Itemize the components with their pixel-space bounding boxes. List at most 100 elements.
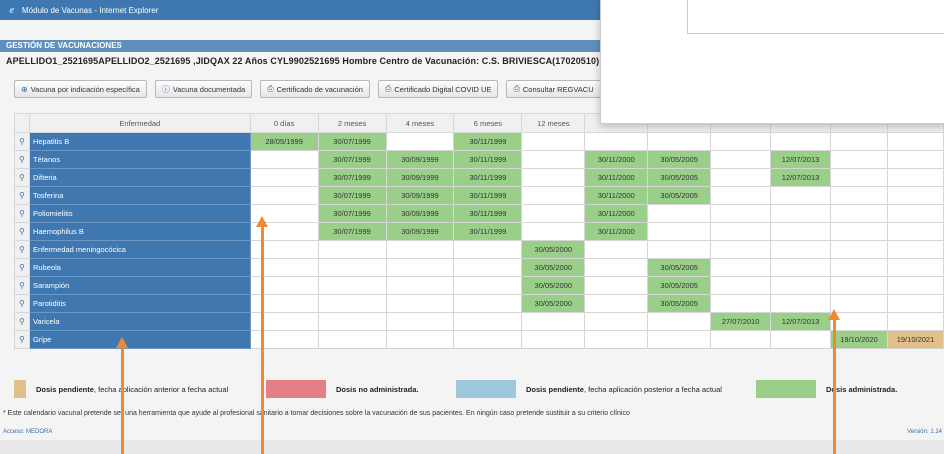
dose-cell[interactable] (770, 258, 832, 277)
dose-cell[interactable]: 30/11/2000 (584, 186, 649, 205)
dose-cell[interactable]: 30/11/1999 (453, 222, 523, 241)
dose-cell[interactable] (584, 132, 649, 151)
dose-cell[interactable] (521, 204, 586, 223)
dose-cell[interactable]: 30/05/2000 (521, 258, 586, 277)
dose-cell[interactable] (385, 132, 455, 151)
dose-cell[interactable] (317, 240, 387, 259)
dose-cell[interactable]: 30/05/2000 (521, 276, 586, 295)
dose-cell[interactable] (770, 222, 832, 241)
dose-cell[interactable] (830, 186, 888, 205)
dose-cell[interactable] (647, 312, 712, 331)
disease-name[interactable]: Gripe (28, 330, 251, 349)
dose-cell[interactable]: 30/09/1999 (385, 222, 455, 241)
disease-name[interactable]: Tétanos (28, 150, 251, 169)
dose-cell[interactable]: 30/09/1999 (385, 204, 455, 223)
dose-cell[interactable] (385, 240, 455, 259)
dose-cell[interactable]: 30/05/2005 (647, 294, 712, 313)
dose-cell[interactable] (710, 186, 772, 205)
dose-cell[interactable]: 30/11/1999 (453, 186, 523, 205)
dose-cell[interactable] (453, 330, 523, 349)
dose-cell[interactable] (886, 222, 944, 241)
dose-cell[interactable] (710, 330, 772, 349)
search-icon[interactable]: ⚲ (14, 168, 30, 187)
dose-cell[interactable] (710, 132, 772, 151)
disease-name[interactable]: Hepatitis B (28, 132, 251, 151)
dose-cell[interactable] (317, 276, 387, 295)
dose-cell[interactable] (249, 150, 319, 169)
dose-cell[interactable]: 30/05/2005 (647, 258, 712, 277)
dose-cell[interactable] (453, 258, 523, 277)
dose-cell[interactable] (249, 186, 319, 205)
dose-cell[interactable] (385, 258, 455, 277)
search-icon[interactable]: ⚲ (14, 222, 30, 241)
dose-cell[interactable]: 19/10/2021 (886, 330, 944, 349)
dose-cell[interactable] (830, 276, 888, 295)
dose-cell[interactable] (584, 330, 649, 349)
vaccination-certificate-button[interactable]: ⎙ Certificado de vacunación (260, 80, 370, 98)
dose-cell[interactable] (647, 330, 712, 349)
dose-cell[interactable] (710, 294, 772, 313)
dose-cell[interactable] (886, 186, 944, 205)
dose-cell[interactable] (317, 294, 387, 313)
dose-cell[interactable]: 30/07/1999 (317, 132, 387, 151)
disease-name[interactable]: Parotiditis (28, 294, 251, 313)
search-icon[interactable]: ⚲ (14, 258, 30, 277)
dose-cell[interactable] (886, 276, 944, 295)
dose-cell[interactable] (770, 204, 832, 223)
dose-cell[interactable]: 19/10/2020 (830, 330, 888, 349)
dose-cell[interactable] (886, 240, 944, 259)
search-icon[interactable]: ⚲ (14, 240, 30, 259)
dose-cell[interactable] (453, 240, 523, 259)
dose-cell[interactable]: 30/11/2000 (584, 204, 649, 223)
dose-cell[interactable] (385, 276, 455, 295)
dose-cell[interactable] (584, 276, 649, 295)
overlay-popup[interactable] (600, 0, 944, 124)
dose-cell[interactable] (710, 276, 772, 295)
dose-cell[interactable] (710, 168, 772, 187)
dose-cell[interactable] (453, 312, 523, 331)
dose-cell[interactable]: 30/07/1999 (317, 204, 387, 223)
dose-cell[interactable] (385, 294, 455, 313)
dose-cell[interactable] (710, 222, 772, 241)
dose-cell[interactable]: 12/07/2013 (770, 312, 832, 331)
dose-cell[interactable] (830, 240, 888, 259)
search-icon[interactable]: ⚲ (14, 294, 30, 313)
dose-cell[interactable] (385, 330, 455, 349)
dose-cell[interactable]: 30/11/2000 (584, 150, 649, 169)
dose-cell[interactable] (830, 168, 888, 187)
dose-cell[interactable] (385, 312, 455, 331)
specific-indication-vaccine-button[interactable]: ⊕ Vacuna por indicación específica (14, 80, 147, 98)
dose-cell[interactable]: 30/07/1999 (317, 150, 387, 169)
dose-cell[interactable]: 30/11/1999 (453, 150, 523, 169)
dose-cell[interactable] (317, 330, 387, 349)
documented-vaccine-button[interactable]: ⓘ Vacuna documentada (154, 80, 253, 98)
consult-regvacu-button[interactable]: ⎙ Consultar REGVACU (506, 80, 601, 98)
dose-cell[interactable] (521, 312, 586, 331)
disease-name[interactable]: Haemophilus B (28, 222, 251, 241)
dose-cell[interactable] (521, 132, 586, 151)
disease-name[interactable]: Rubeola (28, 258, 251, 277)
dose-cell[interactable] (770, 330, 832, 349)
dose-cell[interactable] (830, 222, 888, 241)
dose-cell[interactable] (710, 150, 772, 169)
search-icon[interactable]: ⚲ (14, 186, 30, 205)
disease-name[interactable]: Sarampión (28, 276, 251, 295)
dose-cell[interactable]: 30/11/2000 (584, 222, 649, 241)
disease-name[interactable]: Tosferina (28, 186, 251, 205)
search-icon[interactable]: ⚲ (14, 150, 30, 169)
dose-cell[interactable]: 30/05/2000 (521, 240, 586, 259)
dose-cell[interactable] (770, 186, 832, 205)
dose-cell[interactable] (770, 276, 832, 295)
dose-cell[interactable] (886, 312, 944, 331)
dose-cell[interactable] (830, 132, 888, 151)
dose-cell[interactable] (584, 312, 649, 331)
dose-cell[interactable] (770, 240, 832, 259)
dose-cell[interactable]: 27/07/2010 (710, 312, 772, 331)
search-icon[interactable]: ⚲ (14, 312, 30, 331)
dose-cell[interactable] (830, 150, 888, 169)
dose-cell[interactable] (710, 240, 772, 259)
dose-cell[interactable] (647, 240, 712, 259)
dose-cell[interactable] (886, 204, 944, 223)
search-icon[interactable]: ⚲ (14, 132, 30, 151)
disease-name[interactable]: Difteria (28, 168, 251, 187)
